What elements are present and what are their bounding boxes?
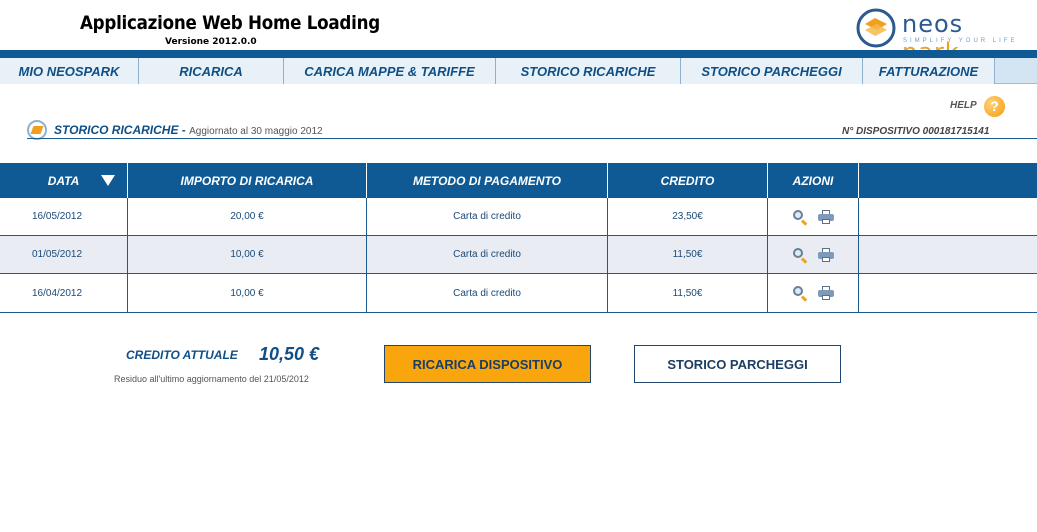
- cell-actions: [768, 198, 859, 235]
- cell-date: 01/05/2012: [0, 236, 128, 273]
- help-icon[interactable]: ?: [984, 96, 1005, 117]
- cell-method: Carta di credito: [367, 274, 608, 312]
- logo-icon: [856, 8, 896, 48]
- section-title: STORICO RICARICHE - Aggiornato al 30 mag…: [54, 123, 323, 137]
- cell-credit: 11,50€: [608, 274, 768, 312]
- column-header-data[interactable]: DATA: [0, 163, 128, 198]
- section-subtitle: Aggiornato al 30 maggio 2012: [189, 126, 323, 137]
- cell-empty: [859, 236, 1037, 273]
- device-number: N° DISPOSITIVO 000181715141: [842, 126, 990, 137]
- cell-amount: 10,00 €: [128, 236, 367, 273]
- table-header: DATA IMPORTO DI RICARICA METODO DI PAGAM…: [0, 163, 1037, 198]
- neospark-logo[interactable]: neos park SIMPLIFY YOUR LIFE: [855, 7, 1018, 66]
- logo-tagline: SIMPLIFY YOUR LIFE: [903, 38, 1018, 44]
- magnifier-icon[interactable]: [792, 209, 808, 226]
- column-header-empty: [859, 163, 1037, 198]
- printer-icon[interactable]: [818, 247, 834, 262]
- magnifier-icon[interactable]: [792, 247, 808, 264]
- section-divider: [27, 138, 1037, 139]
- app-title: Applicazione Web Home Loading: [80, 12, 380, 34]
- cell-amount: 10,00 €: [128, 274, 367, 312]
- app-version: Versione 2012.0.0: [165, 37, 257, 47]
- nav-item-fatturazione[interactable]: FATTURAZIONE: [863, 58, 995, 84]
- column-header-metodo: METODO DI PAGAMENTO: [367, 163, 608, 198]
- current-credit-value: 10,50 €: [259, 344, 320, 364]
- credit-note: Residuo all'ultimo aggiornamento del 21/…: [114, 374, 309, 384]
- column-header-azioni: AZIONI: [768, 163, 859, 198]
- printer-icon[interactable]: [818, 209, 834, 224]
- table-row: 16/05/2012 20,00 € Carta di credito 23,5…: [0, 198, 1037, 236]
- nav-item-storico-ricariche[interactable]: STORICO RICARICHE: [496, 58, 681, 84]
- column-header-credito: CREDITO: [608, 163, 768, 198]
- sort-down-icon[interactable]: [101, 175, 115, 186]
- nav-item-mio-neospark[interactable]: MIO NEOSPARK: [0, 58, 139, 84]
- help-link[interactable]: HELP: [950, 100, 977, 111]
- cell-date: 16/04/2012: [0, 274, 128, 312]
- table-row: 01/05/2012 10,00 € Carta di credito 11,5…: [0, 236, 1037, 274]
- main-nav: MIO NEOSPARK RICARICA CARICA MAPPE & TAR…: [0, 58, 1037, 84]
- table-row: 16/04/2012 10,00 € Carta di credito 11,5…: [0, 274, 1037, 313]
- printer-icon[interactable]: [818, 286, 834, 300]
- cell-amount: 20,00 €: [128, 198, 367, 235]
- cell-empty: [859, 198, 1037, 235]
- current-credit-label: CREDITO ATTUALE: [126, 348, 238, 362]
- top-bar: [0, 50, 1037, 58]
- recharge-history-table: DATA IMPORTO DI RICARICA METODO DI PAGAM…: [0, 163, 1037, 313]
- section-title-text: STORICO RICARICHE -: [54, 123, 186, 137]
- parking-history-button[interactable]: STORICO PARCHEGGI: [634, 345, 841, 383]
- cell-method: Carta di credito: [367, 198, 608, 235]
- cell-empty: [859, 274, 1037, 312]
- cell-credit: 23,50€: [608, 198, 768, 235]
- column-header-label: DATA: [47, 173, 80, 188]
- section-logo-icon: [27, 120, 47, 140]
- nav-item-ricarica[interactable]: RICARICA: [139, 58, 284, 84]
- nav-item-storico-parcheggi[interactable]: STORICO PARCHEGGI: [681, 58, 863, 84]
- magnifier-icon[interactable]: [792, 285, 808, 302]
- cell-actions: [768, 274, 859, 312]
- cell-credit: 11,50€: [608, 236, 768, 273]
- logo-text-neos: neos: [902, 10, 964, 38]
- cell-method: Carta di credito: [367, 236, 608, 273]
- cell-actions: [768, 236, 859, 273]
- nav-item-carica-mappe[interactable]: CARICA MAPPE & TARIFFE: [284, 58, 496, 84]
- column-header-importo: IMPORTO DI RICARICA: [128, 163, 367, 198]
- cell-date: 16/05/2012: [0, 198, 128, 235]
- recharge-device-button[interactable]: RICARICA DISPOSITIVO: [384, 345, 591, 383]
